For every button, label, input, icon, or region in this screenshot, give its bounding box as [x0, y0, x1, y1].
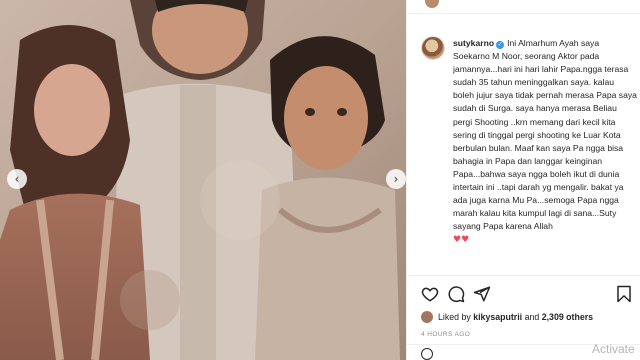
prev-photo-button[interactable]: ‹ — [7, 169, 27, 189]
share-icon — [473, 286, 491, 302]
next-photo-button[interactable]: › — [386, 169, 406, 189]
divider — [407, 275, 640, 276]
heart-icon — [421, 287, 439, 302]
like-button[interactable] — [421, 285, 439, 303]
caption-text: sutykarno ✓ Ini Almarhum Ayah saya Soekarn… — [453, 37, 637, 248]
likes-connector: and — [524, 312, 540, 322]
likes-prefix: Liked by — [438, 312, 471, 322]
share-button[interactable] — [473, 285, 491, 303]
avatar[interactable] — [421, 36, 445, 60]
chevron-right-icon: › — [393, 172, 399, 186]
action-bar — [421, 285, 633, 305]
likes-text: Liked by kikysaputrii and 2,309 others — [438, 312, 593, 322]
liker-username[interactable]: kikysaputrii — [473, 312, 522, 322]
emoji-icon[interactable] — [421, 348, 433, 360]
bookmark-icon — [617, 285, 631, 303]
likes-summary: Liked by kikysaputrii and 2,309 others — [421, 311, 633, 325]
chevron-left-icon: ‹ — [14, 172, 20, 186]
likes-count-link[interactable]: 2,309 others — [542, 312, 593, 322]
save-button[interactable] — [615, 285, 633, 303]
verified-badge-icon: ✓ — [496, 41, 505, 49]
caption-body: Ini Almarhum Ayah saya Soekarno M Noor, … — [453, 38, 640, 232]
activate-windows-watermark: Activate — [592, 342, 635, 356]
comment-button[interactable] — [447, 285, 465, 303]
post-header — [407, 0, 640, 14]
vintage-family-photo — [0, 0, 406, 360]
red-hearts-emoji: ♥♥ — [453, 235, 470, 246]
post-photo[interactable]: ‹ › — [0, 0, 406, 360]
post-timestamp[interactable]: 4 HOURS AGO — [421, 331, 470, 338]
post-sidebar: sutykarno ✓ Ini Almarhum Ayah saya Soekarn… — [406, 0, 640, 360]
liker-avatar[interactable] — [421, 311, 433, 323]
comment-icon — [448, 286, 465, 303]
header-avatar[interactable] — [425, 0, 439, 8]
caption-username[interactable]: sutykarno — [453, 38, 494, 48]
